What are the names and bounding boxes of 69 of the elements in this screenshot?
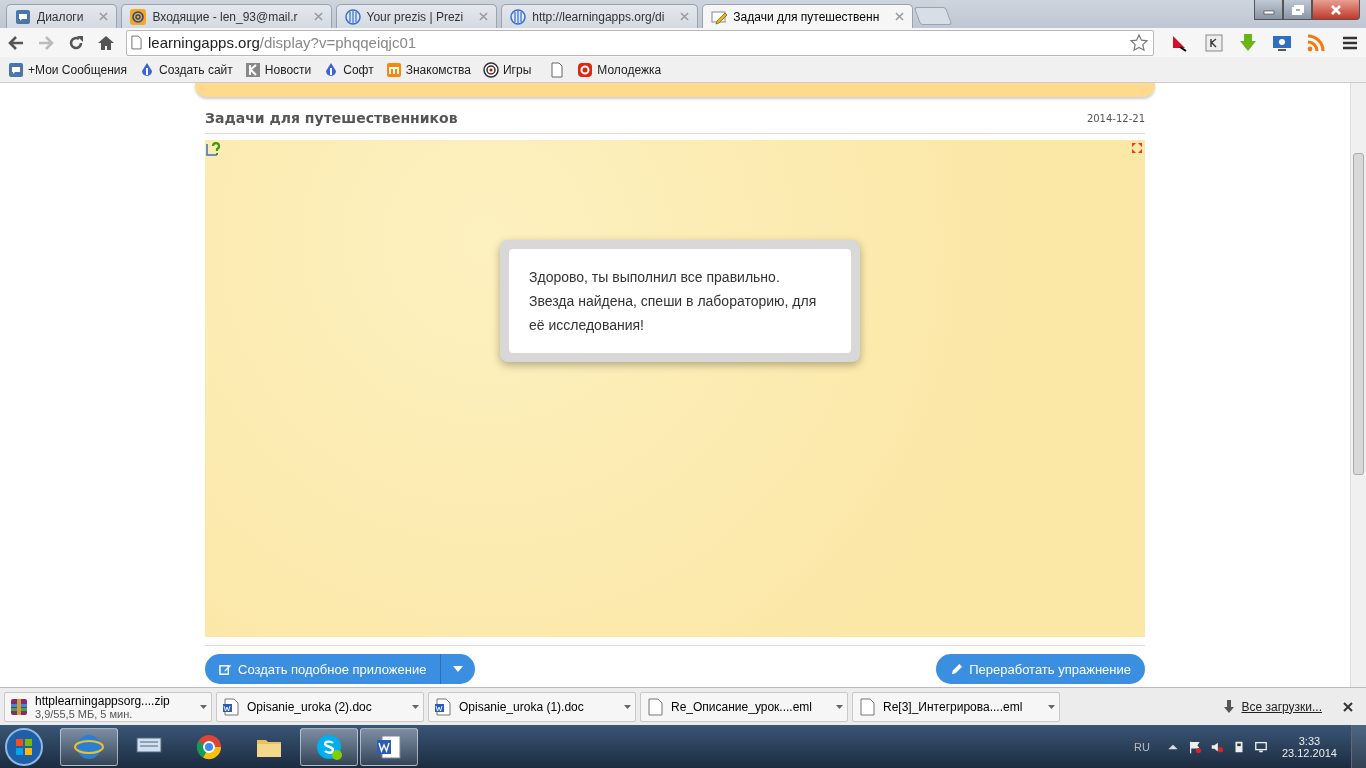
start-button[interactable] (4, 726, 44, 767)
caret-icon[interactable] (624, 704, 631, 709)
download-item[interactable]: Re_Описание_урок....eml (640, 691, 848, 722)
maximize-button[interactable] (1283, 0, 1312, 20)
fullscreen-icon[interactable] (1131, 142, 1143, 154)
taskbar-button[interactable] (60, 727, 118, 766)
pencil-icon (711, 8, 728, 25)
edit-icon (219, 662, 232, 676)
browser-tab[interactable]: Диалоги (6, 4, 118, 28)
dropdown-button[interactable] (441, 654, 476, 684)
drop-icon (139, 61, 155, 78)
clock-time: 3:33 (1298, 734, 1321, 747)
key-icon[interactable] (1204, 32, 1224, 53)
file-icon (857, 696, 877, 717)
page-icon (549, 61, 566, 78)
download-item[interactable]: Opisanie_uroka (1).doc (428, 691, 636, 722)
bookmark[interactable]: Молодежка (577, 61, 662, 78)
download-item[interactable]: Re[3]_Интегрирова....eml (852, 691, 1060, 722)
caret-icon[interactable] (200, 704, 207, 709)
page-icon (131, 35, 142, 50)
caret-icon[interactable] (1048, 704, 1055, 709)
bookmark[interactable]: Создать сайт (139, 61, 233, 78)
chat-icon (8, 61, 24, 78)
network-icon[interactable] (1253, 739, 1268, 754)
all-downloads-link[interactable]: Все загрузки... (1241, 699, 1322, 714)
bookmark[interactable]: Игры (483, 61, 566, 78)
restore-icon (1291, 4, 1304, 15)
rss-icon[interactable] (1306, 32, 1326, 53)
scrollbar[interactable] (1350, 83, 1366, 687)
caret-icon[interactable] (412, 704, 419, 709)
archive-icon (9, 696, 29, 717)
clock-date: 23.12.2014 (1281, 746, 1337, 759)
exercise-title: Задачи для путешественников (205, 110, 458, 126)
globe-icon (344, 8, 361, 25)
message-text: Здорово, ты выполнил все правильно. Звезда найдена, спеши в лабораторию, для её исследования! (529, 268, 818, 335)
word-document-icon (221, 696, 241, 717)
chat-icon (15, 8, 31, 25)
close-button[interactable] (1312, 0, 1360, 20)
download-item[interactable]: httplearningappsorg....zip 3,9/55,5 МБ, 5 мин. (4, 691, 212, 722)
globe-icon (510, 8, 527, 25)
download-item[interactable]: Opisanie_uroka (2).doc (216, 691, 424, 722)
bookmark[interactable]: +Мои Сообщения (8, 61, 127, 78)
word-document-icon (433, 696, 453, 717)
pencil-icon (950, 662, 964, 676)
browser-tab[interactable]: Входящие - len_93@mail.r (121, 4, 332, 28)
download-arrow-icon (1223, 699, 1236, 714)
exercise-date: 2014-12-21 (1086, 112, 1145, 124)
letter-tile-icon (244, 61, 261, 78)
taskbar-button[interactable] (360, 727, 418, 766)
minimize-button[interactable] (1254, 0, 1283, 20)
browser-tab[interactable]: Задачи для путешественн (702, 4, 914, 28)
language-indicator[interactable]: RU (1134, 740, 1150, 753)
ring-tile-icon (577, 61, 594, 78)
browser-tab[interactable]: Your prezis | Prezi (335, 4, 498, 28)
caret-icon[interactable] (836, 704, 843, 709)
star-icon[interactable] (1129, 32, 1149, 53)
target-icon (483, 61, 499, 78)
letter-tile-icon (385, 61, 402, 78)
address-bar[interactable]: learningapps.org/display?v=phqqeiqjc01 (126, 29, 1154, 56)
close-icon[interactable] (1342, 700, 1354, 713)
bookmark[interactable]: Софт (323, 61, 374, 78)
browser-tab[interactable]: http://learningapps.org/di (501, 4, 699, 28)
caret-icon (453, 666, 464, 672)
taskbar-button[interactable] (300, 727, 358, 766)
file-icon (645, 696, 665, 717)
help-icon[interactable] (206, 141, 222, 157)
close-icon (1329, 3, 1343, 16)
bookmark[interactable]: Новости (244, 61, 312, 78)
bookmark[interactable]: Знакомства (385, 61, 471, 78)
